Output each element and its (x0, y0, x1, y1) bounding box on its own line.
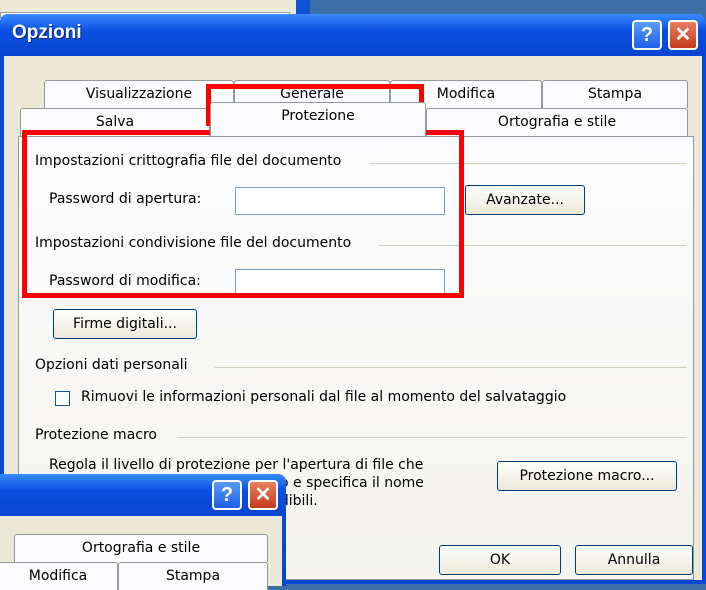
digital-signatures-button[interactable]: Firme digitali... (53, 309, 197, 339)
privacy-group-label: Opzioni dati personali (35, 357, 188, 373)
help-icon: ? (640, 24, 654, 46)
help-button[interactable]: ? (632, 20, 662, 50)
cancel-button[interactable]: Annulla (575, 545, 693, 575)
secondary-tab-modifica[interactable]: Modifica (0, 562, 118, 590)
close-icon: ✕ (254, 484, 272, 506)
secondary-dialog: ? ✕ Ortografia e stile Modifica Stampa (0, 474, 286, 590)
close-icon: ✕ (674, 24, 692, 46)
secondary-title-bar[interactable]: ? ✕ (0, 474, 286, 516)
secondary-tab-stampa[interactable]: Stampa (118, 562, 268, 590)
privacy-group-divider (215, 367, 687, 368)
highlight-password-settings (22, 130, 464, 298)
tab-protezione[interactable]: Protezione (210, 102, 426, 136)
secondary-client-area: Ortografia e stile Modifica Stampa (0, 516, 282, 590)
secondary-help-button[interactable]: ? (212, 480, 242, 510)
close-button[interactable]: ✕ (668, 20, 698, 50)
dialog-title: Opzioni (12, 22, 82, 43)
advanced-button[interactable]: Avanzate... (465, 185, 585, 215)
remove-info-label[interactable]: Rimuovi le informazioni personali dal fi… (81, 389, 566, 405)
macro-group-divider (177, 437, 687, 438)
help-icon: ? (220, 484, 234, 506)
ok-button[interactable]: OK (439, 545, 561, 575)
remove-info-checkbox[interactable] (55, 391, 70, 406)
macro-security-button[interactable]: Protezione macro... (497, 461, 677, 491)
tab-ortografia-e-stile[interactable]: Ortografia e stile (426, 108, 688, 136)
macro-group-label: Protezione macro (35, 427, 157, 443)
macro-description-line1: Regola il livello di protezione per l'ap… (49, 457, 424, 473)
tab-stampa[interactable]: Stampa (542, 80, 688, 108)
title-bar[interactable]: Opzioni ? ✕ (0, 14, 706, 56)
secondary-tab-ortografia-e-stile[interactable]: Ortografia e stile (14, 534, 268, 562)
secondary-close-button[interactable]: ✕ (248, 480, 278, 510)
